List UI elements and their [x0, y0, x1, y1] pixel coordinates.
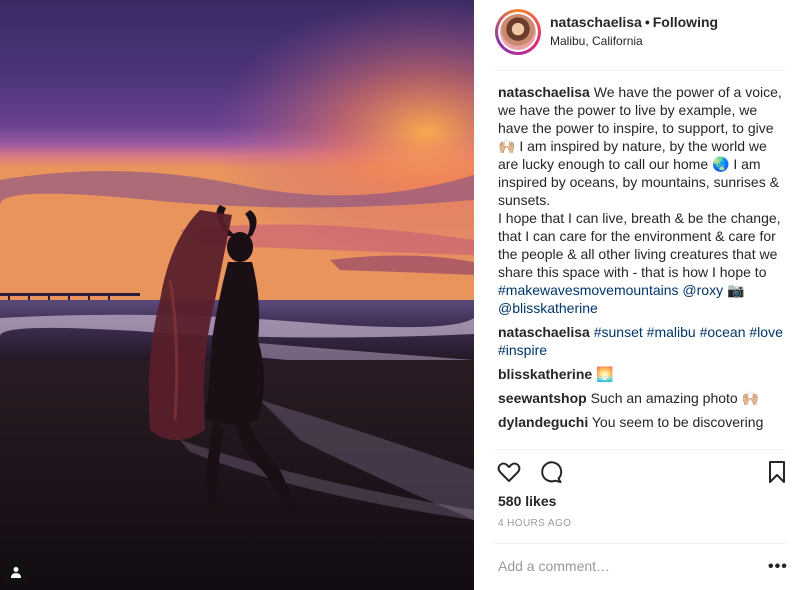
avatar [500, 14, 536, 50]
mention-link[interactable]: @blisskatherine [498, 300, 598, 316]
comment-text: 🌅 [592, 366, 614, 382]
caption-username[interactable]: nataschaelisa [498, 84, 590, 100]
mention-link[interactable]: @roxy [682, 282, 723, 298]
camera-emoji: 📷 [723, 282, 749, 298]
location-link[interactable]: Malibu, California [550, 34, 643, 48]
comment: dylandeguchi You seem to be discovering [498, 413, 788, 431]
caption: nataschaelisa We have the power of a voi… [498, 83, 788, 317]
speech-bubble-icon [541, 461, 563, 483]
comment-username[interactable]: seewantshop [498, 390, 587, 406]
comments-list[interactable]: nataschaelisa We have the power of a voi… [498, 83, 788, 447]
header-username[interactable]: nataschaelisa [550, 14, 642, 30]
instagram-post-view: nataschaelisa • Following Malibu, Californ… [0, 0, 806, 590]
follow-button[interactable]: Following [653, 14, 718, 30]
divider [494, 70, 786, 71]
header-user-line: nataschaelisa • Following [550, 14, 718, 30]
divider [494, 543, 786, 544]
caption-text: We have the power of a voice, we have th… [498, 84, 782, 280]
divider [494, 449, 786, 450]
comment: blisskatherine 🌅 [498, 365, 788, 383]
post-timestamp[interactable]: 4 HOURS AGO [498, 518, 571, 529]
tagged-people-button[interactable] [4, 560, 28, 584]
post-sidebar: nataschaelisa • Following Malibu, Californ… [474, 0, 806, 590]
sunset-beach-image [0, 0, 474, 590]
action-bar [496, 459, 790, 487]
comment-text: You seem to be discovering [588, 414, 764, 430]
save-button[interactable] [764, 459, 790, 485]
story-ring[interactable] [495, 9, 541, 55]
more-options-button[interactable]: ••• [768, 558, 788, 576]
hashtag-link[interactable]: #makewavesmovemountains [498, 282, 679, 298]
add-comment-input[interactable] [498, 556, 748, 576]
comment-text: Such an amazing photo 🙌🏼 [586, 390, 760, 406]
comment: seewantshop Such an amazing photo 🙌🏼 [498, 389, 788, 407]
like-count[interactable]: 580 likes [498, 493, 556, 509]
comment-button[interactable] [538, 459, 564, 485]
like-button[interactable] [496, 459, 522, 485]
comment-username[interactable]: dylandeguchi [498, 414, 588, 430]
comment-username[interactable]: blisskatherine [498, 366, 592, 382]
person-tag-icon [11, 567, 21, 578]
bookmark-icon [769, 461, 785, 483]
separator-dot: • [644, 14, 650, 30]
comment: nataschaelisa #sunset #malibu #ocean #lo… [498, 323, 788, 359]
heart-icon [497, 462, 521, 482]
post-header: nataschaelisa • Following Malibu, Californ… [494, 6, 786, 70]
post-photo[interactable] [0, 0, 474, 590]
comment-username[interactable]: nataschaelisa [498, 324, 590, 340]
